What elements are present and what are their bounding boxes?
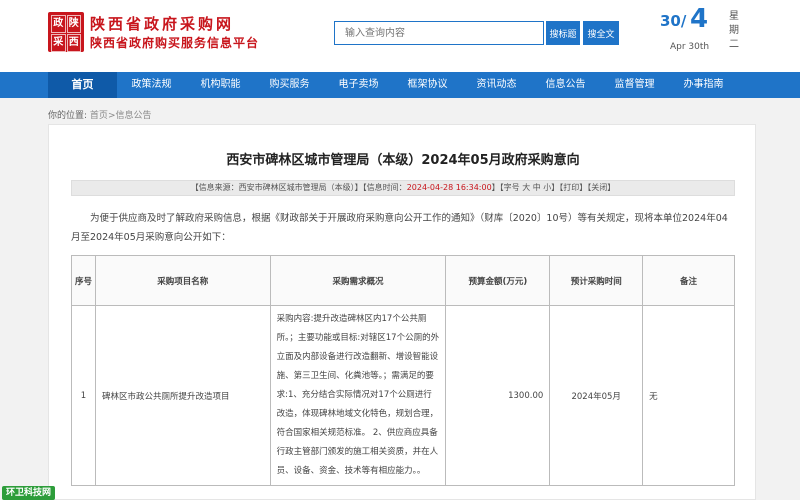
search-title-button[interactable]: 搜标题 bbox=[546, 21, 580, 45]
logo-char: 政 bbox=[51, 15, 66, 33]
site-header: 政 陕 采 西 陕西省政府采购网 陕西省政府购买服务信息平台 搜标题 搜全文 3… bbox=[0, 0, 800, 72]
breadcrumb-label: 你的位置: bbox=[48, 111, 88, 121]
nav-item-institutions[interactable]: 机构职能 bbox=[186, 72, 255, 98]
cell-budget: 1300.00 bbox=[445, 305, 551, 486]
breadcrumb-home[interactable]: 首页 bbox=[90, 111, 108, 121]
col-header-time: 预计采购时间 bbox=[549, 255, 644, 306]
site-name[interactable]: 陕西省政府采购网 bbox=[90, 13, 234, 34]
cell-name: 碑林区市政公共厕所提升改造项目 bbox=[94, 305, 271, 486]
col-header-budget: 预算金额(万元) bbox=[445, 255, 551, 306]
col-header-name: 采购项目名称 bbox=[94, 255, 271, 306]
meta-tools[interactable]: 】【字号 大 中 小】【打印】【关闭】 bbox=[492, 183, 616, 192]
cell-desc: 采购内容:提升改造碑林区内17个公共厕所。；主要功能或目标:对辖区17个公厕的外… bbox=[269, 305, 447, 486]
date-english: Apr 30th bbox=[670, 42, 710, 52]
search-fulltext-button[interactable]: 搜全文 bbox=[583, 21, 619, 45]
col-header-desc: 采购需求概况 bbox=[269, 255, 447, 306]
search-input[interactable] bbox=[334, 21, 544, 45]
breadcrumb-current[interactable]: >信息公告 bbox=[108, 111, 152, 121]
logo-char: 西 bbox=[66, 34, 81, 52]
site-logo[interactable]: 政 陕 采 西 bbox=[48, 12, 84, 52]
date-month: 4 bbox=[690, 4, 709, 34]
table-header-row: 序号 采购项目名称 采购需求概况 预算金额(万元) 预计采购时间 备注 bbox=[71, 255, 735, 306]
cell-remark: 无 bbox=[642, 305, 735, 486]
breadcrumb: 你的位置: 首页>信息公告 bbox=[48, 108, 151, 121]
article-meta: 【信息来源：西安市碑林区城市管理局（本级）】【信息时间：2024-04-28 1… bbox=[71, 180, 735, 196]
logo-char: 采 bbox=[51, 34, 66, 52]
nav-item-e-mall[interactable]: 电子卖场 bbox=[324, 72, 393, 98]
table-row: 1 碑林区市政公共厕所提升改造项目 采购内容:提升改造碑林区内17个公共厕所。；… bbox=[71, 305, 735, 486]
nav-item-supervision[interactable]: 监督管理 bbox=[600, 72, 669, 98]
weekday: 星期二 bbox=[729, 11, 739, 50]
nav-item-news[interactable]: 资讯动态 bbox=[462, 72, 531, 98]
nav-item-policy[interactable]: 政策法规 bbox=[117, 72, 186, 98]
nav-item-purchase-service[interactable]: 购买服务 bbox=[255, 72, 324, 98]
cell-index: 1 bbox=[71, 305, 96, 486]
cell-time: 2024年05月 bbox=[549, 305, 644, 486]
watermark: 环卫科技网 bbox=[2, 486, 56, 500]
article-panel: 西安市碑林区城市管理局（本级）2024年05月政府采购意向 【信息来源：西安市碑… bbox=[48, 124, 756, 500]
meta-time: 2024-04-28 16:34:00 bbox=[406, 183, 492, 192]
nav-item-home[interactable]: 首页 bbox=[48, 72, 117, 98]
logo-char: 陕 bbox=[66, 15, 81, 33]
main-nav: 首页 政策法规 机构职能 购买服务 电子卖场 框架协议 资讯动态 信息公告 监督… bbox=[0, 72, 800, 98]
nav-item-framework[interactable]: 框架协议 bbox=[393, 72, 462, 98]
site-subtitle: 陕西省政府购买服务信息平台 bbox=[90, 36, 260, 50]
col-header-index: 序号 bbox=[71, 255, 96, 306]
procurement-table: 序号 采购项目名称 采购需求概况 预算金额(万元) 预计采购时间 备注 1 碑林… bbox=[71, 255, 735, 486]
meta-source: 【信息来源：西安市碑林区城市管理局（本级）】【信息时间： bbox=[190, 183, 407, 192]
article-title: 西安市碑林区城市管理局（本级）2024年05月政府采购意向 bbox=[226, 153, 580, 168]
date-day: 30/ bbox=[660, 12, 687, 30]
col-header-remark: 备注 bbox=[642, 255, 735, 306]
nav-item-guide[interactable]: 办事指南 bbox=[669, 72, 738, 98]
nav-item-announcements[interactable]: 信息公告 bbox=[531, 72, 600, 98]
article-intro: 为便于供应商及时了解政府采购信息，根据《财政部关于开展政府采购意向公开工作的通知… bbox=[71, 213, 728, 243]
